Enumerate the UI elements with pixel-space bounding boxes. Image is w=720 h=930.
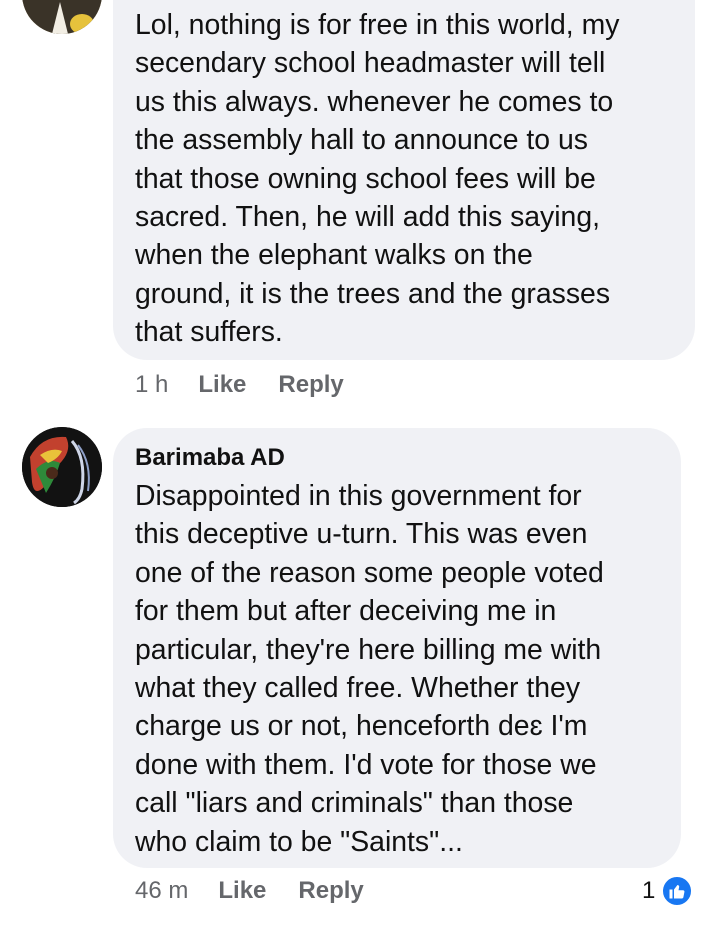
like-button[interactable]: Like — [198, 371, 246, 399]
reaction-summary[interactable]: 1 — [642, 873, 694, 909]
comment-actions: 46 m Like Reply — [135, 876, 364, 906]
comment-timestamp[interactable]: 46 m — [135, 877, 188, 905]
like-button[interactable]: Like — [218, 877, 266, 905]
avatar[interactable] — [22, 427, 102, 507]
reply-button[interactable]: Reply — [298, 877, 363, 905]
avatar-photo — [22, 427, 102, 507]
comment-timestamp[interactable]: 1 h — [135, 371, 168, 399]
comment-text: Lol, nothing is for free in this world, … — [135, 9, 620, 349]
thumbs-up-icon — [661, 875, 694, 907]
reply-button[interactable]: Reply — [278, 371, 343, 399]
avatar[interactable] — [22, 0, 102, 34]
comment-author[interactable]: Barimaba AD — [135, 443, 285, 473]
comment-text: Disappointed in this government for this… — [135, 480, 604, 858]
comment-thread: Lol, nothing is for free in this world, … — [0, 0, 720, 930]
reaction-count: 1 — [642, 877, 656, 904]
avatar-photo — [22, 0, 102, 34]
comment-actions: 1 h Like Reply — [135, 370, 344, 400]
